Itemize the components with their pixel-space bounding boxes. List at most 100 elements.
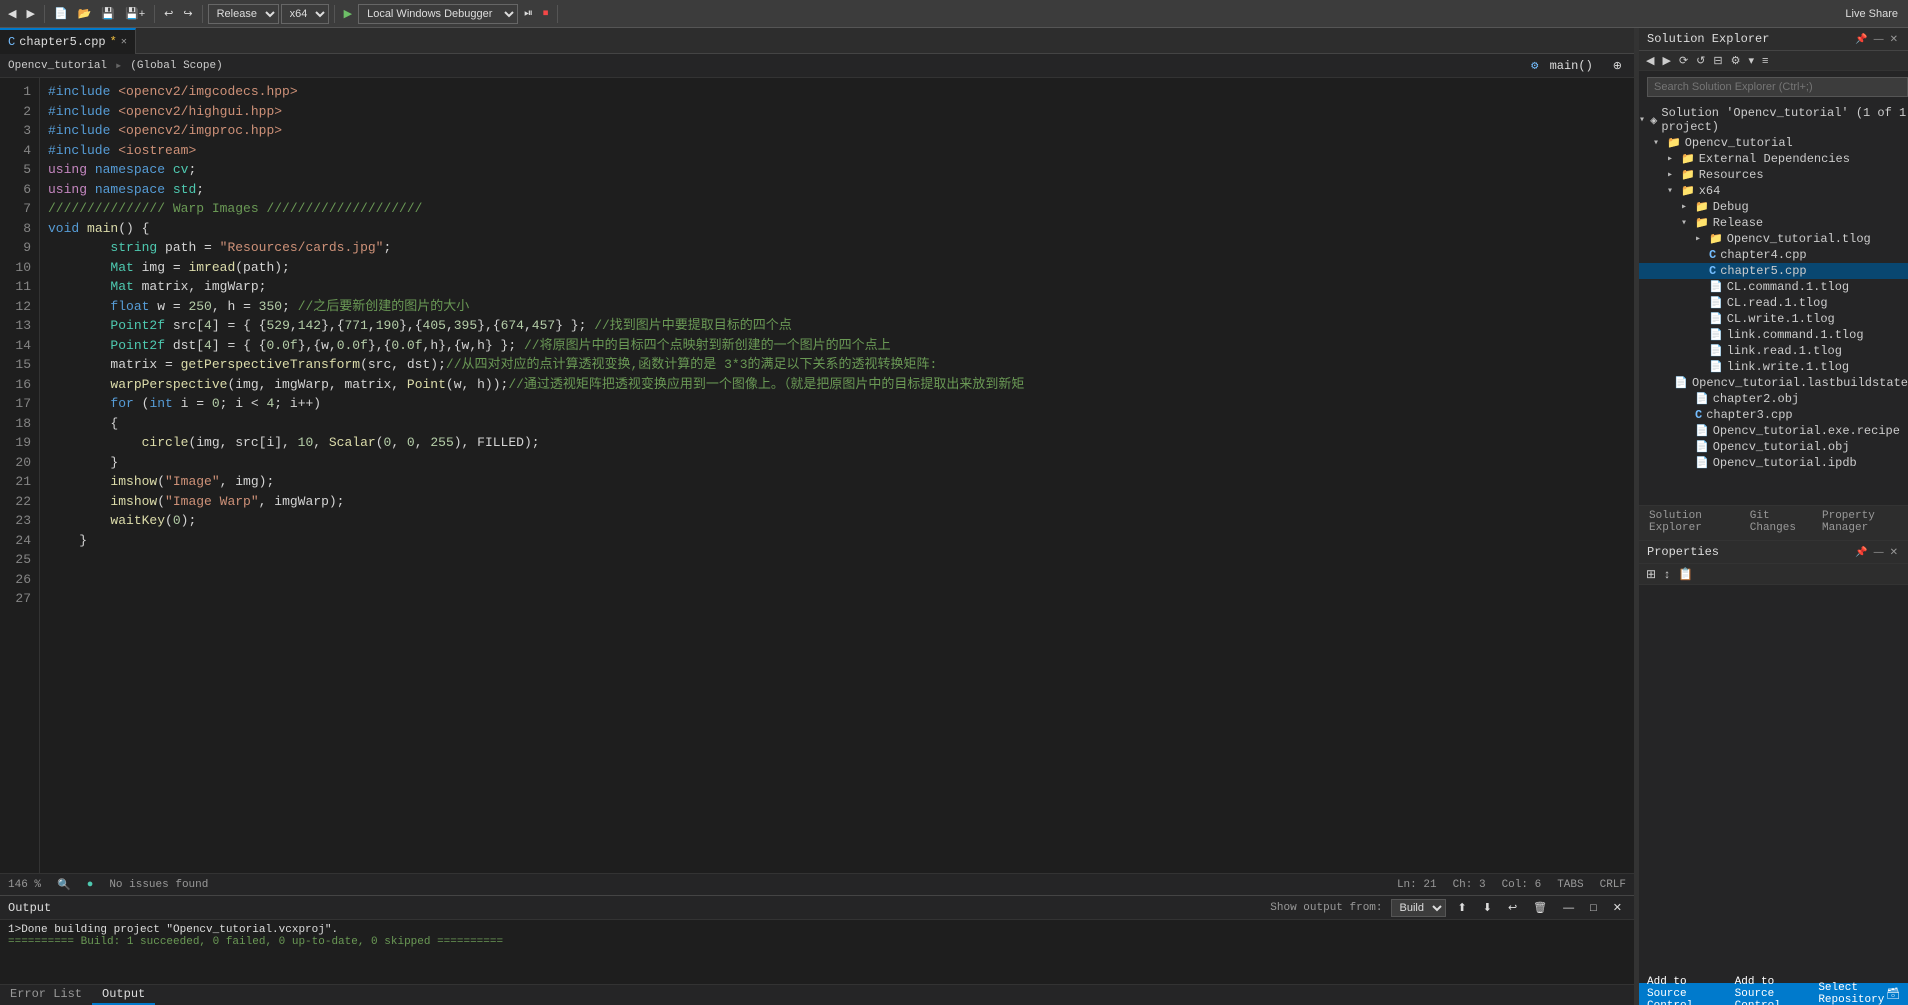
config-dropdown[interactable]: Release (208, 4, 279, 24)
right-tab-git[interactable]: Git Changes (1740, 506, 1812, 540)
line-number: 11 (8, 277, 31, 297)
code-content[interactable]: 1234567891011121314151617181920212223242… (0, 78, 1634, 873)
tree-item-exe-recipe[interactable]: 📄Opencv_tutorial.exe.recipe (1639, 423, 1908, 439)
properties-body (1639, 585, 1908, 983)
output-panel: Output Show output from: Build ⬆ ⬇ ↩ 🗑 —… (0, 895, 1634, 1005)
tree-item-label: CL.command.1.tlog (1727, 280, 1849, 294)
output-tab[interactable]: Output (92, 985, 155, 1005)
output-wrap-btn[interactable]: ↩ (1504, 899, 1521, 916)
tree-item-sol[interactable]: ▾◈Solution 'Opencv_tutorial' (1 of 1 pro… (1639, 105, 1908, 135)
right-tab-property[interactable]: Property Manager (1812, 506, 1908, 540)
editor-tab-chapter5[interactable]: C chapter5.cpp * ✕ (0, 28, 136, 54)
output-maximize-btn[interactable]: □ (1586, 900, 1601, 916)
line-number: 2 (8, 102, 31, 122)
save-all-btn[interactable]: 💾+ (121, 5, 149, 22)
output-filter-dropdown[interactable]: Build (1391, 899, 1446, 917)
code-line: imshow("Image", img); (48, 472, 1626, 492)
tab-icon: C (8, 35, 15, 49)
output-scroll-up-btn[interactable]: ⬆ (1454, 899, 1471, 916)
add-source-control-text[interactable]: Add to Source Control (1647, 976, 1731, 1005)
save-btn[interactable]: 💾 (97, 5, 119, 22)
sol-back-btn[interactable]: ◀ (1643, 53, 1657, 68)
code-status-bar: 146 % 🔍 ● No issues found Ln: 21 Ch: 3 C… (0, 873, 1634, 895)
tree-item-link-cmd[interactable]: 📄link.command.1.tlog (1639, 327, 1908, 343)
solution-tree: ▾◈Solution 'Opencv_tutorial' (1 of 1 pro… (1639, 103, 1908, 505)
run-btn[interactable]: ▶ (340, 5, 356, 22)
output-scroll-down-btn[interactable]: ⬇ (1479, 899, 1496, 916)
redo-btn[interactable]: ↪ (179, 5, 196, 22)
tree-item-debug[interactable]: ▸📁Debug (1639, 199, 1908, 215)
tree-item-chapter5[interactable]: Cchapter5.cpp (1639, 263, 1908, 279)
solution-minimize-btn[interactable]: — (1872, 34, 1886, 45)
tree-item-chapter3-cpp[interactable]: Cchapter3.cpp (1639, 407, 1908, 423)
tree-item-icon: 📄 (1695, 424, 1709, 438)
back-btn[interactable]: ◀ (4, 5, 20, 22)
tree-item-cl-cmd[interactable]: 📄CL.command.1.tlog (1639, 279, 1908, 295)
stop-btn[interactable]: ⏹ (539, 5, 553, 22)
sol-properties-btn[interactable]: ⚙ (1728, 53, 1744, 68)
platform-dropdown[interactable]: x64 (281, 4, 329, 24)
tree-item-release[interactable]: ▾📁Release (1639, 215, 1908, 231)
tree-item-x64[interactable]: ▾📁x64 (1639, 183, 1908, 199)
code-body[interactable]: #include <opencv2/imgcodecs.hpp>#include… (40, 78, 1634, 873)
sol-filter-btn[interactable]: ▾ (1745, 53, 1757, 68)
tree-item-link-read[interactable]: 📄link.read.1.tlog (1639, 343, 1908, 359)
select-repo-label[interactable]: Select Repository (1818, 982, 1886, 1005)
output-header: Output Show output from: Build ⬆ ⬇ ↩ 🗑 —… (0, 896, 1634, 920)
tree-item-cl-read[interactable]: 📄CL.read.1.tlog (1639, 295, 1908, 311)
sol-collapse-btn[interactable]: ⊟ (1710, 53, 1725, 68)
solution-close-btn[interactable]: ✕ (1888, 34, 1900, 45)
solution-pin-btn[interactable]: 📌 (1853, 34, 1869, 45)
line-number: 21 (8, 472, 31, 492)
sol-refresh-btn[interactable]: ↺ (1693, 53, 1708, 68)
live-share-button[interactable]: Live Share (1839, 6, 1904, 22)
search-solution-input[interactable] (1647, 77, 1908, 97)
forward-btn[interactable]: ▶ (22, 5, 38, 22)
tree-item-resources[interactable]: ▸📁Resources (1639, 167, 1908, 183)
props-minimize-btn[interactable]: — (1872, 547, 1886, 558)
props-grid-btn[interactable]: ⊞ (1643, 566, 1659, 582)
sol-sync-btn[interactable]: ⟳ (1676, 53, 1691, 68)
expand-editor-btn[interactable]: ⊕ (1609, 57, 1626, 74)
tree-item-ext-dep[interactable]: ▸📁External Dependencies (1639, 151, 1908, 167)
attach-btn[interactable]: ⏯ (520, 5, 537, 22)
line-number: 24 (8, 531, 31, 551)
tree-item-icon: 📄 (1695, 456, 1709, 470)
props-sort-btn[interactable]: ↕ (1661, 566, 1673, 582)
line-number: 14 (8, 336, 31, 356)
tab-close-btn[interactable]: ✕ (121, 36, 127, 48)
tree-item-chapter2-obj[interactable]: 📄chapter2.obj (1639, 391, 1908, 407)
code-line: Point2f src[4] = { {529,142},{771,190},{… (48, 316, 1626, 336)
sep4 (334, 5, 335, 23)
tree-item-chapter4[interactable]: Cchapter4.cpp (1639, 247, 1908, 263)
error-list-tab[interactable]: Error List (0, 985, 92, 1005)
tree-item-proj[interactable]: ▾📁Opencv_tutorial (1639, 135, 1908, 151)
undo-btn[interactable]: ↩ (160, 5, 177, 22)
tree-item-tlog-main[interactable]: ▸📁Opencv_tutorial.tlog (1639, 231, 1908, 247)
props-pages-btn[interactable]: 📋 (1675, 566, 1696, 582)
new-file-btn[interactable]: 📄 (50, 5, 72, 22)
ch-status: Ch: 3 (1453, 879, 1486, 891)
tree-item-obj[interactable]: 📄Opencv_tutorial.obj (1639, 439, 1908, 455)
open-btn[interactable]: 📂 (74, 5, 96, 22)
props-pin-btn[interactable]: 📌 (1853, 547, 1869, 558)
tree-item-cl-write[interactable]: 📄CL.write.1.tlog (1639, 311, 1908, 327)
path-bar: Opencv_tutorial ▸ (Global Scope) ⚙ main(… (0, 54, 1634, 78)
code-line: #include <opencv2/highgui.hpp> (48, 102, 1626, 122)
add-source-control-label[interactable]: Add to Source Control (1735, 976, 1819, 1005)
tree-item-ipdb[interactable]: 📄Opencv_tutorial.ipdb (1639, 455, 1908, 471)
line-number: 8 (8, 219, 31, 239)
sol-settings-btn[interactable]: ≡ (1759, 54, 1771, 68)
output-close-btn[interactable]: ✕ (1609, 899, 1626, 916)
output-minimize-btn[interactable]: — (1559, 900, 1578, 916)
code-line: /////////////// Warp Images ////////////… (48, 199, 1626, 219)
debugger-dropdown[interactable]: Local Windows Debugger (358, 4, 518, 24)
output-clear-btn[interactable]: 🗑 (1529, 899, 1551, 916)
right-tab-solution[interactable]: Solution Explorer (1639, 506, 1740, 540)
code-line: void main() { (48, 219, 1626, 239)
sol-forward-btn[interactable]: ▶ (1659, 53, 1673, 68)
search-area (1639, 71, 1908, 103)
tree-item-link-write[interactable]: 📄link.write.1.tlog (1639, 359, 1908, 375)
props-close-btn[interactable]: ✕ (1888, 547, 1900, 558)
tree-item-lastbuild[interactable]: 📄Opencv_tutorial.lastbuildstate (1639, 375, 1908, 391)
